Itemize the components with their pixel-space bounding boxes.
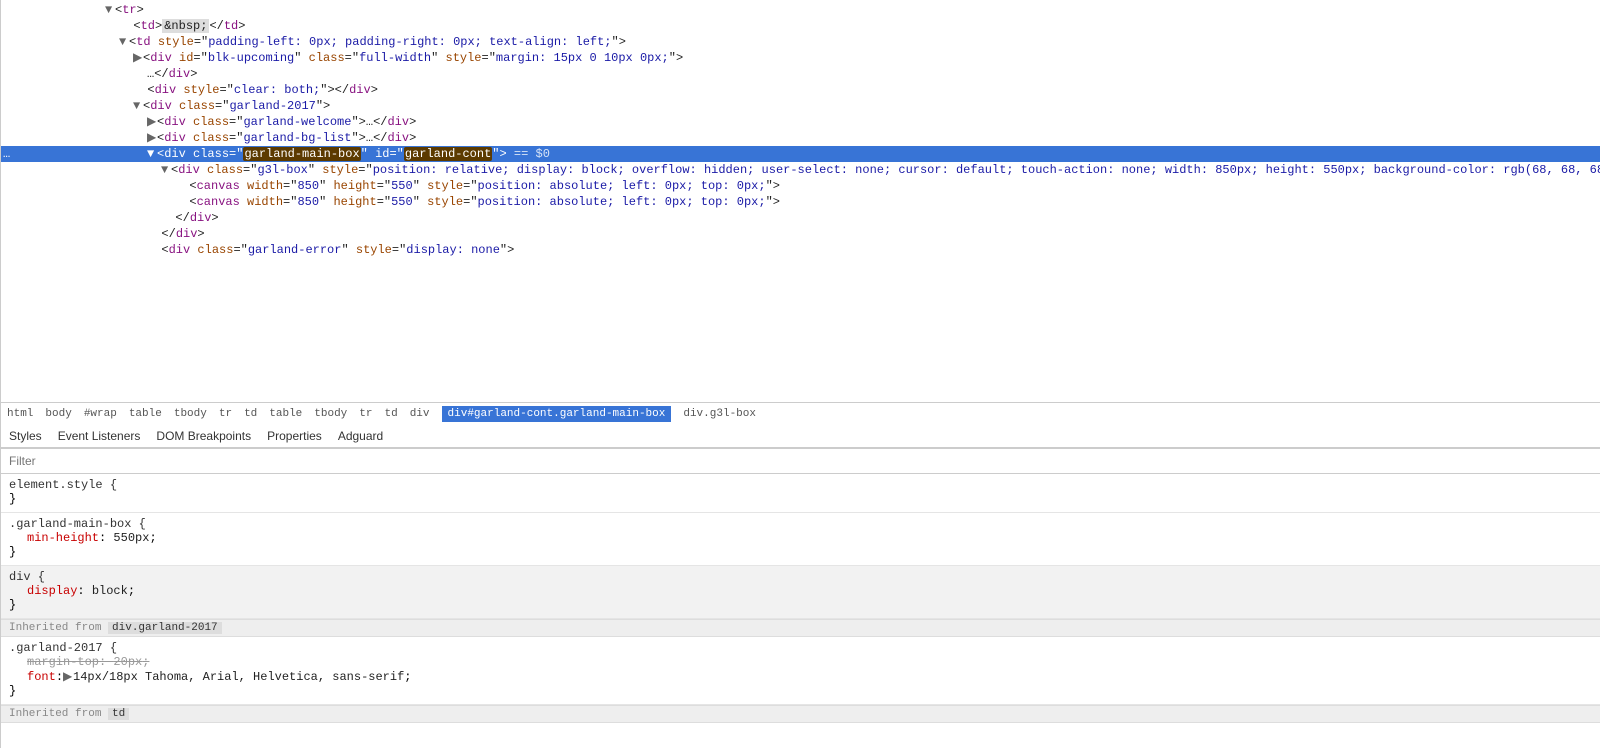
crumb[interactable]: tbody <box>314 408 347 420</box>
subtab-properties[interactable]: Properties <box>267 429 322 447</box>
crumb[interactable]: table <box>129 408 162 420</box>
crumb[interactable]: td <box>244 408 257 420</box>
rule-garland-2017[interactable]: index.css?25:1 .garland-2017 { margin-to… <box>1 637 1600 705</box>
crumb-active[interactable]: div#garland-cont.garland-main-box <box>442 406 672 422</box>
crumb[interactable]: div <box>410 408 430 420</box>
crumb[interactable]: tr <box>219 408 232 420</box>
subtab-dom-breakpoints[interactable]: DOM Breakpoints <box>156 429 251 447</box>
crumb[interactable]: td <box>385 408 398 420</box>
crumb[interactable]: html <box>7 408 33 420</box>
rules-list[interactable]: element.style { } index.css?25:6 .garlan… <box>1 474 1600 748</box>
styles-pane: :hov .cls + element.style { } index.css?… <box>1 449 1600 748</box>
styles-filter-row: :hov .cls + <box>1 449 1600 474</box>
inherited-header: Inherited from div.garland-2017 <box>1 619 1600 637</box>
rule-element-style[interactable]: element.style { } <box>1 474 1600 513</box>
lower-panes: :hov .cls + element.style { } index.css?… <box>1 448 1600 748</box>
crumb[interactable]: table <box>269 408 302 420</box>
crumb[interactable]: #wrap <box>84 408 117 420</box>
subtab-event-listeners[interactable]: Event Listeners <box>58 429 141 447</box>
subtab-adguard[interactable]: Adguard <box>338 429 383 447</box>
elements-tree[interactable]: ▼<tr> <td>&nbsp;</td> ▼<td style="paddin… <box>1 0 1600 402</box>
crumb[interactable]: tbody <box>174 408 207 420</box>
crumb[interactable]: tr <box>359 408 372 420</box>
selected-dom-node[interactable]: …▼<div class="garland-main-box" id="garl… <box>1 146 1600 162</box>
crumb[interactable]: div.g3l-box <box>683 408 756 420</box>
rule-div-ua[interactable]: user agent stylesheet div { display: blo… <box>1 566 1600 619</box>
crumb[interactable]: body <box>45 408 71 420</box>
dom-breadcrumb[interactable]: html body #wrap table tbody tr td table … <box>1 402 1600 425</box>
subtab-styles[interactable]: Styles <box>9 429 42 447</box>
rule-garland-main-box[interactable]: index.css?25:6 .garland-main-box { min-h… <box>1 513 1600 566</box>
styles-filter-input[interactable] <box>9 454 1600 468</box>
styles-subtabs: Styles Event Listeners DOM Breakpoints P… <box>1 425 1600 448</box>
inherited-header: Inherited from td <box>1 705 1600 723</box>
devtools: ▼<tr> <td>&nbsp;</td> ▼<td style="paddin… <box>0 0 1600 748</box>
